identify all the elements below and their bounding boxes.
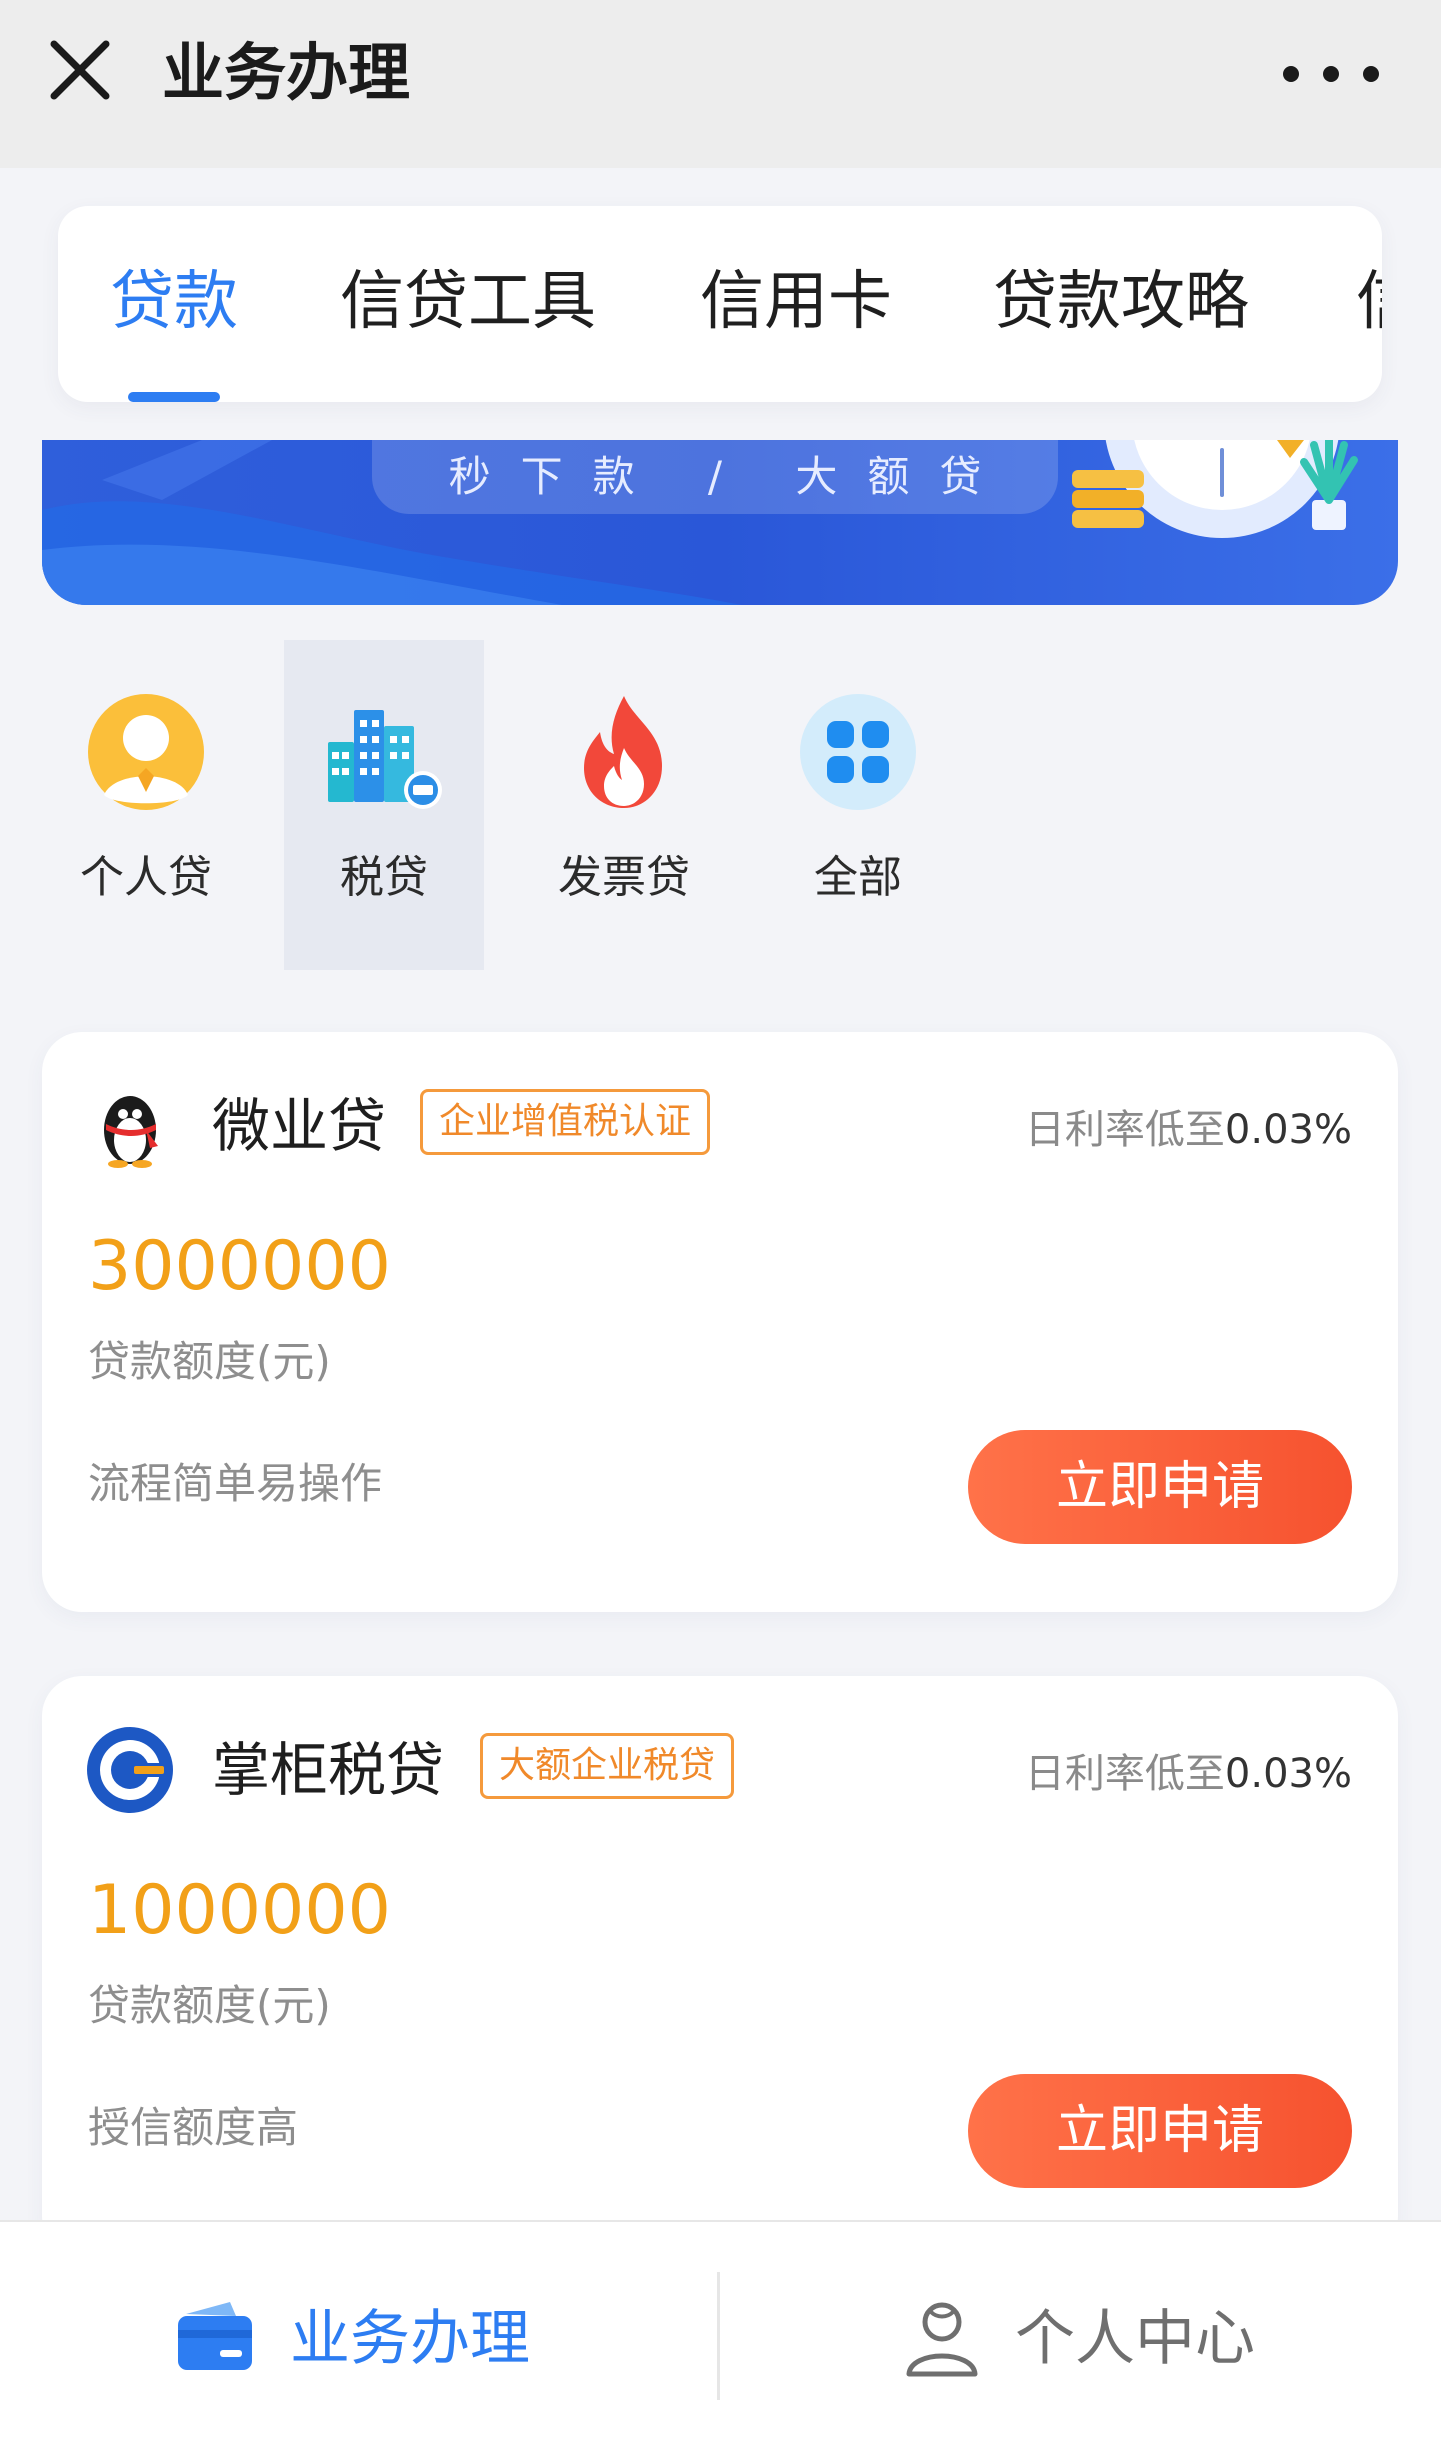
tab-overflow[interactable]: 信 (1356, 260, 1382, 344)
rate-value: 0.03% (1224, 1107, 1352, 1153)
bottom-tab-bar: 业务办理 个人中心 (0, 2220, 1441, 2442)
apply-button[interactable]: 立即申请 (968, 1430, 1352, 1544)
loan-feature: 授信额度高 (88, 2103, 299, 2152)
bottom-tab-label: 业务办理 (290, 2304, 530, 2374)
loan-name: 微业贷 (212, 1092, 387, 1160)
active-tab-indicator (128, 392, 220, 402)
person-icon (88, 694, 204, 810)
loan-amount-label: 贷款额度(元) (88, 1337, 331, 1386)
circle-logo-icon (87, 1727, 173, 1813)
more-dots-icon (1283, 66, 1379, 82)
category-tabs: 贷款 信贷工具 信用卡 贷款攻略 信 (58, 206, 1382, 402)
category-label: 全部 (814, 852, 902, 903)
more-options-button[interactable] (1276, 44, 1386, 104)
user-icon (906, 2302, 978, 2377)
grid-icon (800, 694, 916, 810)
bottom-divider (717, 2272, 720, 2400)
loan-category-grid: 个人贷 税贷 发票贷 全部 (40, 640, 1400, 970)
penguin-logo-icon (104, 1096, 158, 1168)
loan-rate: 日利率低至0.03% (1025, 1746, 1352, 1802)
bottom-tab-profile[interactable]: 个人中心 (721, 2222, 1441, 2442)
loan-amount-label: 贷款额度(元) (88, 1981, 331, 2030)
page-title: 业务办理 (162, 36, 411, 109)
loan-name: 掌柜税贷 (212, 1736, 445, 1804)
category-tax-loan[interactable]: 税贷 (284, 640, 484, 970)
promo-banner[interactable]: 秒下款 / 大额贷 (42, 440, 1398, 605)
category-personal-loan[interactable]: 个人贷 (46, 640, 246, 970)
loan-feature: 流程简单易操作 (88, 1459, 383, 1508)
loan-tag: 企业增值税认证 (420, 1089, 711, 1155)
category-all[interactable]: 全部 (758, 640, 958, 970)
category-label: 个人贷 (80, 852, 212, 903)
loan-rate: 日利率低至0.03% (1025, 1102, 1352, 1158)
tab-credit-tools[interactable]: 信贷工具 (340, 260, 596, 344)
tab-credit-card[interactable]: 信用卡 (700, 260, 892, 344)
rate-label: 日利率低至 (1024, 1751, 1225, 1797)
rate-label: 日利率低至 (1024, 1107, 1225, 1153)
flame-icon (584, 696, 662, 808)
tab-loan-guide[interactable]: 贷款攻略 (993, 260, 1249, 344)
loan-amount: 1000000 (88, 1871, 391, 1950)
wallet-icon (178, 2302, 252, 2370)
close-icon (50, 40, 110, 100)
category-invoice-loan[interactable]: 发票贷 (524, 640, 724, 970)
top-navigation-bar: 业务办理 (0, 0, 1441, 168)
category-label: 发票贷 (558, 852, 690, 903)
bottom-tab-label: 个人中心 (1015, 2304, 1255, 2374)
banner-slogan: 秒下款 / 大额贷 (448, 452, 1012, 501)
buildings-icon (328, 710, 442, 809)
tab-loans[interactable]: 贷款 (110, 260, 238, 344)
loan-card-weiyedai[interactable]: 微业贷 企业增值税认证 日利率低至0.03% 3000000 贷款额度(元) 流… (42, 1032, 1398, 1612)
loan-card-zhanggui-shuidai[interactable]: 掌柜税贷 大额企业税贷 日利率低至0.03% 1000000 贷款额度(元) 授… (42, 1676, 1398, 2256)
rate-value: 0.03% (1224, 1751, 1352, 1797)
apply-button[interactable]: 立即申请 (968, 2074, 1352, 2188)
loan-tag: 大额企业税贷 (480, 1733, 735, 1799)
close-button[interactable] (44, 34, 116, 106)
loan-amount: 3000000 (88, 1227, 391, 1306)
category-label: 税贷 (340, 852, 428, 903)
bottom-tab-business[interactable]: 业务办理 (0, 2222, 720, 2442)
